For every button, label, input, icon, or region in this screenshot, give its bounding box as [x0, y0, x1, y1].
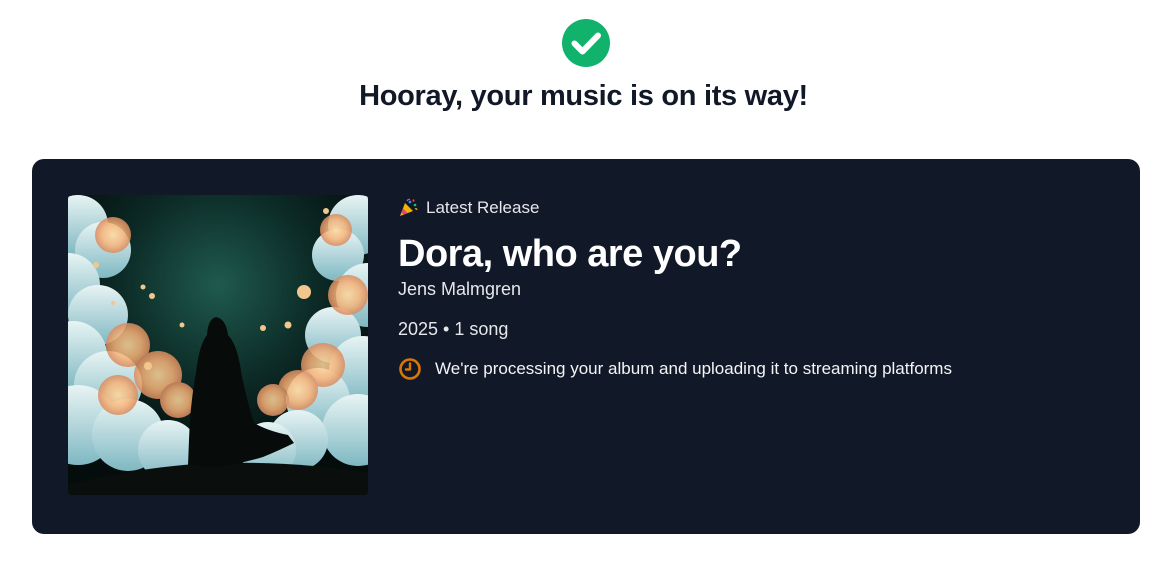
album-cover[interactable] [68, 195, 368, 495]
party-popper-icon [400, 198, 418, 216]
confirmation-page: Hooray, your music is on its way! Latest… [0, 0, 1167, 565]
latest-release-badge: Latest Release [398, 195, 952, 221]
clock-icon [399, 358, 421, 380]
release-card: Latest Release Dora, who are you? Jens M… [32, 159, 1140, 534]
badge-label: Latest Release [426, 198, 540, 217]
check-circle-icon [561, 18, 611, 68]
page-title: Hooray, your music is on its way! [359, 80, 808, 112]
artist-name: Jens Malmgren [398, 279, 522, 299]
release-meta: 2025 • 1 song [398, 319, 509, 339]
status-text: We're processing your album and uploadin… [435, 359, 952, 378]
release-title: Dora, who are you? [398, 233, 742, 275]
processing-status: We're processing your album and uploadin… [398, 357, 952, 381]
release-info: Latest Release Dora, who are you? Jens M… [398, 195, 952, 381]
